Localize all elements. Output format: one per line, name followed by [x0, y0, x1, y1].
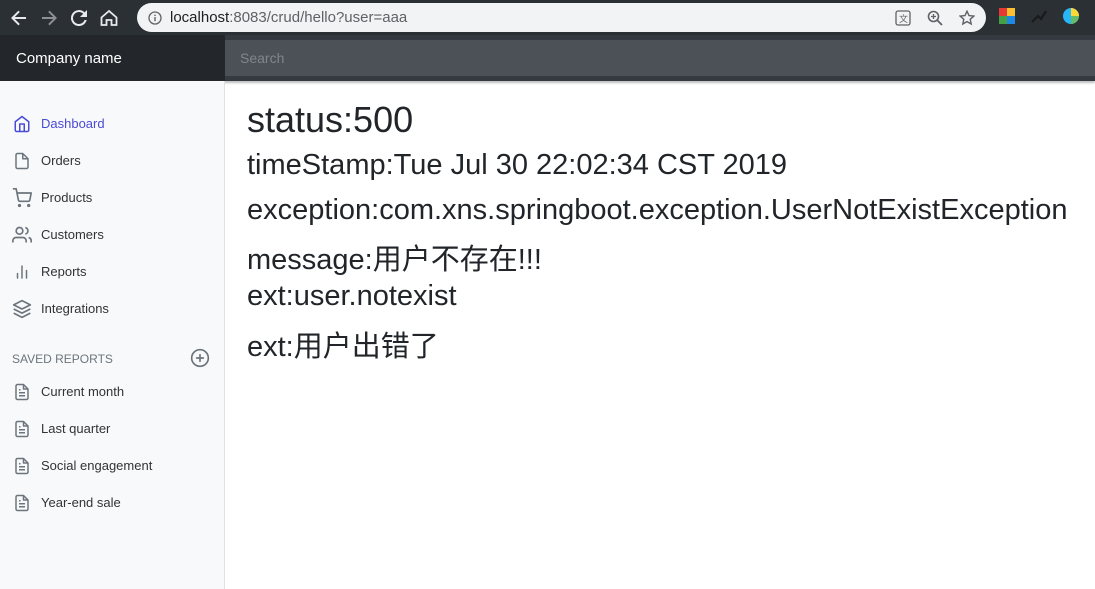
- layers-icon: [12, 299, 32, 319]
- browser-toolbar: localhost:8083/crud/hello?user=aaa 文: [0, 0, 1095, 35]
- sidebar-item-orders[interactable]: Orders: [0, 142, 224, 179]
- file-text-icon: [12, 419, 32, 439]
- sidebar-item-reports[interactable]: Reports: [0, 253, 224, 290]
- sidebar-item-label: Integrations: [41, 301, 109, 316]
- saved-report-label: Social engagement: [41, 458, 153, 473]
- error-timestamp: timeStamp:Tue Jul 30 22:02:34 CST 2019: [247, 149, 788, 181]
- error-message: message:用户不存在!!!: [247, 244, 542, 276]
- extension-icon[interactable]: [1028, 5, 1050, 27]
- file-text-icon: [12, 456, 32, 476]
- home-icon: [12, 114, 32, 134]
- file-icon: [12, 151, 32, 171]
- sidebar-item-label: Orders: [41, 153, 81, 168]
- brand-link[interactable]: Company name: [0, 35, 225, 81]
- saved-reports-heading: SAVED REPORTS: [12, 352, 113, 366]
- forward-icon[interactable]: [36, 5, 62, 31]
- saved-report-year-end-sale[interactable]: Year-end sale: [0, 484, 224, 521]
- bar-chart-icon: [12, 262, 32, 282]
- star-icon[interactable]: [956, 7, 978, 29]
- sidebar-item-dashboard[interactable]: Dashboard: [0, 105, 224, 142]
- url-text: localhost:8083/crud/hello?user=aaa: [170, 9, 407, 26]
- users-icon: [12, 225, 32, 245]
- sidebar-item-products[interactable]: Products: [0, 179, 224, 216]
- translate-icon[interactable]: 文: [892, 7, 914, 29]
- error-exception: exception:com.xns.springboot.exception.U…: [247, 194, 1068, 226]
- add-report-button[interactable]: [190, 348, 210, 368]
- main-content: status:500 timeStamp:Tue Jul 30 22:02:34…: [247, 81, 1095, 589]
- url-path: :8083/crud/hello?user=aaa: [229, 9, 408, 26]
- extension-icon[interactable]: [1060, 5, 1082, 27]
- svg-text:文: 文: [899, 13, 908, 25]
- error-ext-text: ext:用户出错了: [247, 331, 439, 363]
- file-text-icon: [12, 382, 32, 402]
- sidebar-item-label: Customers: [41, 227, 104, 242]
- sidebar: Dashboard Orders Products Customers Repo…: [0, 81, 225, 589]
- shopping-cart-icon: [12, 187, 32, 208]
- extension-icon[interactable]: [996, 5, 1018, 27]
- top-navbar: Company name: [0, 35, 1095, 81]
- plus-circle-icon: [190, 348, 210, 368]
- error-status: status:500: [247, 99, 414, 140]
- search-input[interactable]: [225, 40, 1095, 76]
- home-icon[interactable]: [96, 5, 122, 31]
- saved-report-last-quarter[interactable]: Last quarter: [0, 410, 224, 447]
- info-icon[interactable]: [148, 10, 162, 25]
- sidebar-item-integrations[interactable]: Integrations: [0, 290, 224, 327]
- saved-report-current-month[interactable]: Current month: [0, 373, 224, 410]
- error-ext-code: ext:user.notexist: [247, 280, 457, 312]
- saved-report-label: Year-end sale: [41, 495, 121, 510]
- sidebar-item-customers[interactable]: Customers: [0, 216, 224, 253]
- url-host: localhost: [170, 9, 230, 26]
- sidebar-item-label: Reports: [41, 264, 87, 279]
- saved-report-label: Current month: [41, 384, 125, 399]
- saved-report-label: Last quarter: [41, 421, 111, 436]
- zoom-icon[interactable]: [924, 7, 946, 29]
- sidebar-item-label: Dashboard: [41, 116, 105, 131]
- reload-icon[interactable]: [66, 5, 92, 31]
- sidebar-item-label: Products: [41, 190, 93, 205]
- file-text-icon: [12, 493, 32, 513]
- back-icon[interactable]: [6, 5, 32, 31]
- saved-report-social-engagement[interactable]: Social engagement: [0, 447, 224, 484]
- address-bar[interactable]: localhost:8083/crud/hello?user=aaa 文: [137, 3, 986, 32]
